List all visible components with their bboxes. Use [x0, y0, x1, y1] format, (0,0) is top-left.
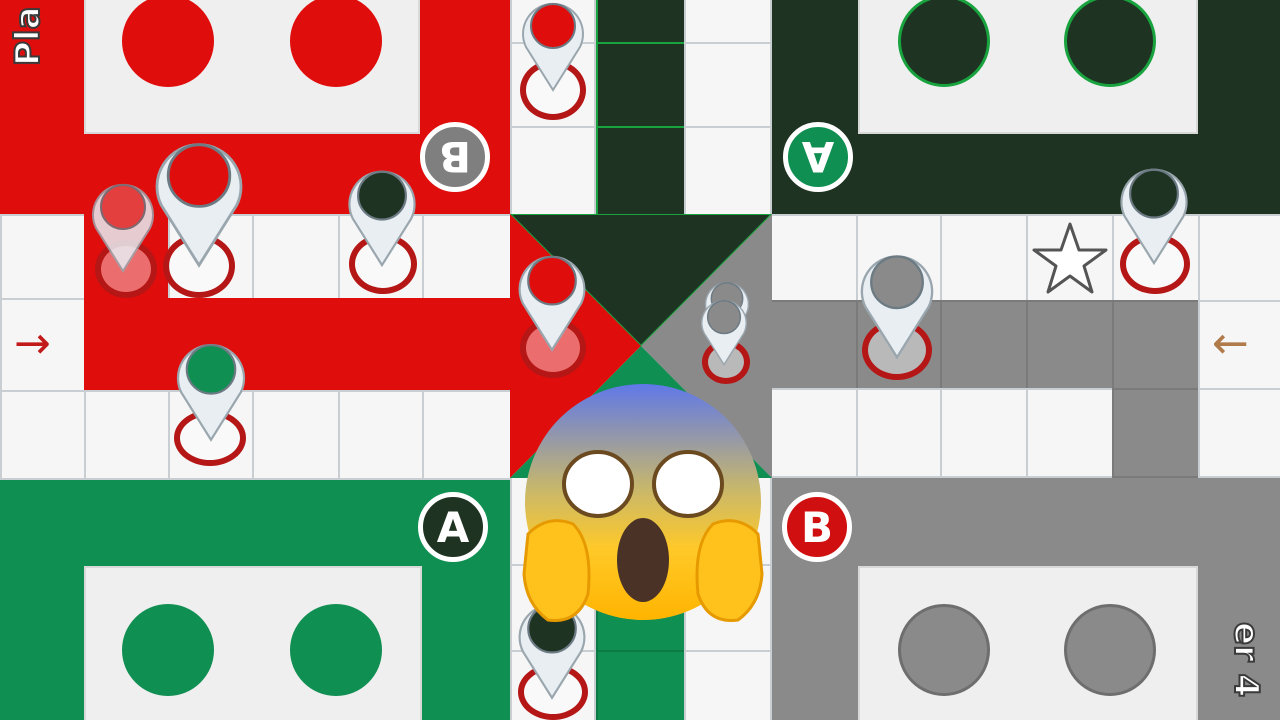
track-cell[interactable]: [940, 388, 1028, 478]
grey-home-lane[interactable]: [940, 300, 1028, 390]
track-cell[interactable]: [1026, 388, 1114, 478]
marker-b-grey[interactable]: B: [420, 122, 490, 192]
green-home-lane[interactable]: [596, 650, 686, 720]
player-label-bottom-right: er 4: [1225, 621, 1267, 698]
red-entry-arrow: →: [14, 318, 51, 369]
marker-b-red[interactable]: B: [782, 492, 852, 562]
green-home-spot-1[interactable]: [122, 604, 214, 696]
marker-a-dark-green[interactable]: A: [418, 492, 488, 562]
grey-home-spot-1[interactable]: [898, 604, 990, 696]
grey-home-lane[interactable]: [1026, 300, 1114, 390]
track-cell[interactable]: [0, 390, 86, 480]
track-cell[interactable]: [252, 390, 340, 480]
track-cell[interactable]: [1198, 214, 1280, 302]
star-icon: [1032, 222, 1108, 294]
marker-a-green[interactable]: A: [783, 122, 853, 192]
track-cell[interactable]: [338, 390, 424, 480]
track-cell[interactable]: [684, 126, 772, 216]
dark-green-token-pin[interactable]: [344, 158, 420, 268]
grey-token-pin[interactable]: [698, 288, 750, 370]
dark-green-token-pin[interactable]: [1116, 156, 1192, 266]
track-cell[interactable]: [84, 390, 170, 480]
player-label-top-left: Pla: [7, 5, 49, 67]
red-token-pin[interactable]: [88, 168, 158, 278]
dark-green-home-lane[interactable]: [596, 0, 686, 44]
red-token-pin[interactable]: [514, 244, 590, 352]
ludo-board: → ← B A A B Pla er 4: [0, 0, 1280, 720]
track-cell[interactable]: [856, 388, 942, 478]
grey-home-spot-2[interactable]: [1064, 604, 1156, 696]
grey-home-lane[interactable]: [770, 300, 858, 390]
track-cell[interactable]: [422, 214, 512, 300]
green-home-spot-2[interactable]: [290, 604, 382, 696]
grey-token-pin[interactable]: [856, 242, 938, 360]
track-cell[interactable]: [684, 0, 772, 44]
red-token-pin[interactable]: [518, 0, 588, 92]
grey-home-lane[interactable]: [1112, 300, 1200, 390]
track-cell[interactable]: [252, 214, 340, 300]
red-home-lane[interactable]: [84, 298, 512, 392]
track-cell[interactable]: [1198, 388, 1280, 478]
grey-start-cell[interactable]: [1112, 388, 1200, 478]
green-token-pin[interactable]: [172, 332, 250, 442]
track-cell[interactable]: [422, 390, 512, 480]
dark-green-home-lane[interactable]: [596, 126, 686, 216]
track-cell[interactable]: [684, 650, 772, 720]
track-cell[interactable]: [770, 214, 858, 302]
red-token-pin[interactable]: [150, 128, 248, 268]
grey-entry-arrow: ←: [1212, 318, 1249, 369]
track-cell[interactable]: [510, 126, 596, 216]
shocked-face-emoji: [522, 384, 764, 622]
track-cell[interactable]: [940, 214, 1028, 302]
track-cell[interactable]: [770, 388, 858, 478]
track-cell[interactable]: [684, 42, 772, 128]
dark-green-home-lane[interactable]: [596, 42, 686, 128]
track-cell[interactable]: [0, 214, 86, 300]
